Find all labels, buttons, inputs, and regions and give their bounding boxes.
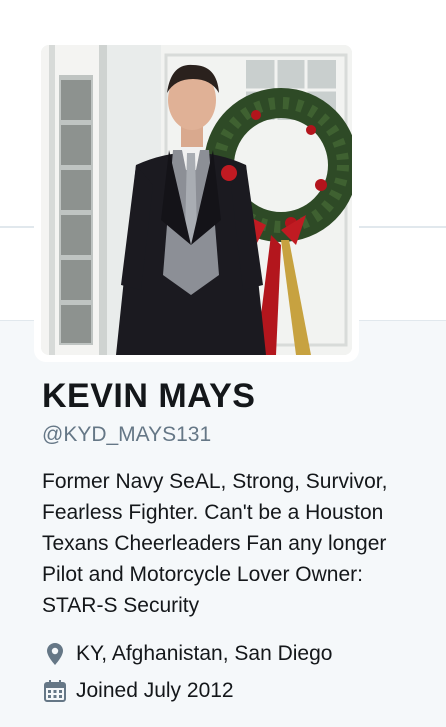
profile-location: KY, Afghanistan, San Diego xyxy=(42,641,422,667)
joined-text: Joined July 2012 xyxy=(76,679,234,702)
location-pin-icon xyxy=(42,641,68,667)
profile-handle[interactable]: @KYD_MAYS131 xyxy=(42,422,422,448)
profile-bio: Former Navy SeAL, Strong, Survivor, Fear… xyxy=(42,470,388,617)
avatar-frame xyxy=(34,38,359,362)
calendar-icon xyxy=(42,678,68,704)
location-text: KY, Afghanistan, San Diego xyxy=(76,642,333,665)
profile-info: KEVIN MAYS @KYD_MAYS131 Former Navy SeAL… xyxy=(42,374,422,704)
profile-joined: Joined July 2012 xyxy=(42,678,422,704)
avatar[interactable] xyxy=(41,45,352,355)
profile-name: KEVIN MAYS xyxy=(42,377,256,415)
